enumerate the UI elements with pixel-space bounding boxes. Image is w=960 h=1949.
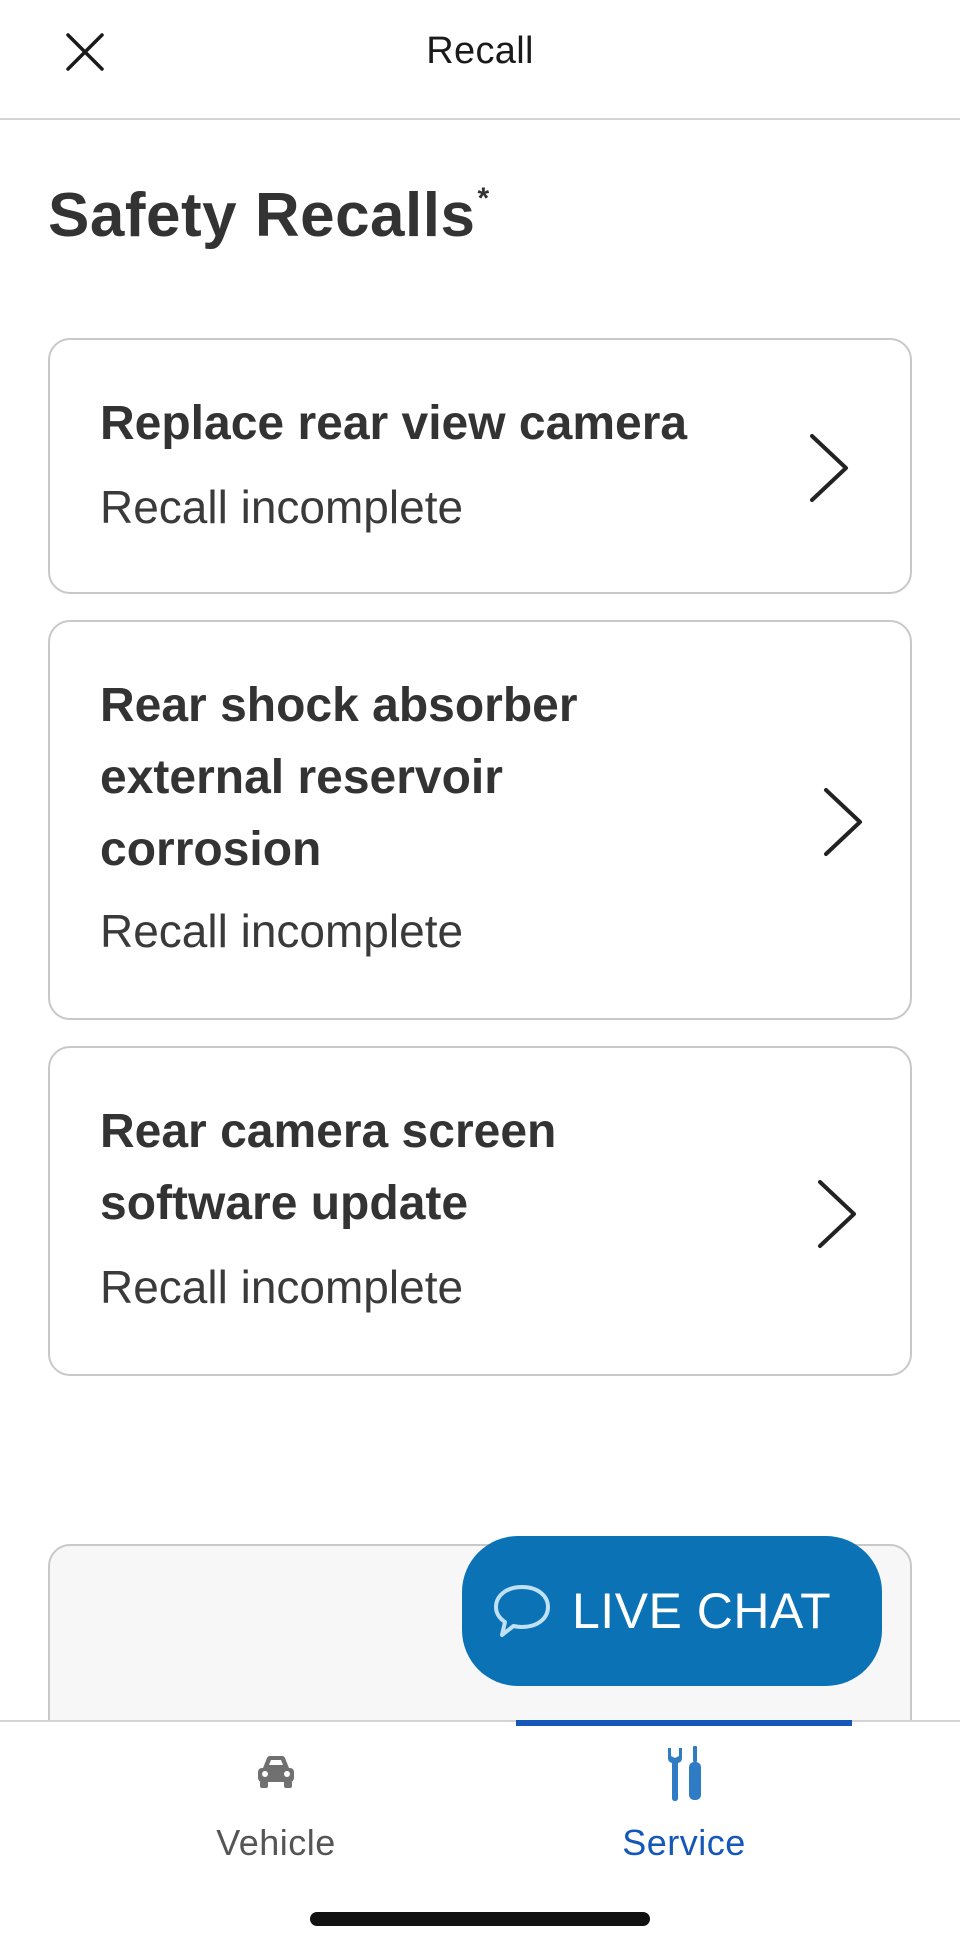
chevron-right-icon xyxy=(818,1180,856,1248)
header: Recall xyxy=(0,0,960,120)
chevron-right-icon xyxy=(824,788,862,856)
tab-service-label: Service xyxy=(622,1822,746,1863)
tab-service[interactable]: Service xyxy=(444,1722,924,1882)
recall-status: Recall incomplete xyxy=(100,905,464,957)
recall-screen: Recall Safety Recalls* Replace rear view… xyxy=(0,0,960,1949)
section-title-text: Safety Recalls xyxy=(48,181,476,250)
recall-card[interactable]: Replace rear view camera Recall incomple… xyxy=(48,338,912,594)
recall-card[interactable]: Rear camera screen software update Recal… xyxy=(48,1046,912,1376)
section-title: Safety Recalls* xyxy=(48,180,490,251)
footnote-mark: * xyxy=(477,182,490,216)
page-title: Recall xyxy=(426,30,534,72)
recall-title: Rear shock absorber external reservoir c… xyxy=(100,679,578,876)
live-chat-label: LIVE CHAT xyxy=(572,1583,832,1639)
recall-title: Rear camera screen software update xyxy=(100,1105,557,1230)
recall-card[interactable]: Rear shock absorber external reservoir c… xyxy=(48,620,912,1020)
recall-status: Recall incomplete xyxy=(100,1261,464,1313)
recall-status: Recall incomplete xyxy=(100,481,464,533)
tools-icon xyxy=(668,1746,701,1801)
live-chat-button[interactable]: LIVE CHAT xyxy=(462,1536,882,1686)
chat-bubble-icon xyxy=(494,1585,550,1637)
car-icon xyxy=(258,1756,294,1788)
chevron-right-icon xyxy=(810,434,848,502)
recall-title: Replace rear view camera xyxy=(100,397,688,450)
home-indicator xyxy=(310,1912,650,1926)
